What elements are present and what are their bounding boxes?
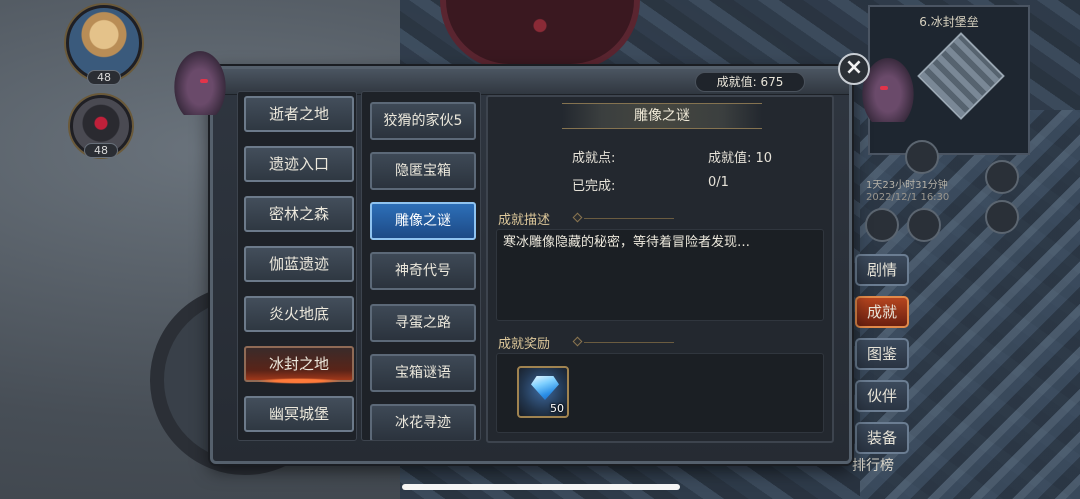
hero-level-badge: 48: [87, 70, 121, 85]
heading-divider: [584, 218, 674, 219]
completed-progress: 0/1: [708, 175, 729, 190]
achievement-dialog: 成就值: 675 逝者之地 遗迹入口 密林之森 伽蓝遗迹 炎火地底 冰封之地 幽…: [210, 66, 852, 464]
description-box: 寒冰雕像隐藏的秘密，等待着冒险者发现…: [496, 229, 824, 321]
side-menu-partner[interactable]: 伙伴: [855, 380, 909, 412]
points-label: 成就点:: [572, 151, 616, 166]
dragon-ornament-left: [170, 45, 230, 115]
minimap-title: 6.冰封堡垒: [919, 15, 979, 29]
reward-box: 50: [496, 353, 824, 433]
diamond-gem-icon: [531, 376, 559, 400]
achievement-item[interactable]: 狡猾的家伙5: [370, 102, 476, 140]
reward-heading: 成就奖励: [498, 337, 551, 352]
reward-count: 50: [550, 402, 564, 415]
event-date: 2022/12/1 16:30: [866, 192, 950, 203]
achievement-item-selected[interactable]: 雕像之谜: [370, 202, 476, 240]
heading-divider: [584, 342, 674, 343]
dragon-eye: [880, 86, 888, 90]
side-menu-equipment[interactable]: 装备: [855, 422, 909, 454]
achievement-item[interactable]: 神奇代号: [370, 252, 476, 290]
home-indicator-bar[interactable]: [402, 484, 680, 490]
crossed-axes-icon[interactable]: [985, 160, 1019, 194]
region-tab[interactable]: 伽蓝遗迹: [244, 246, 354, 282]
description-heading: 成就描述: [498, 213, 551, 228]
achievement-item[interactable]: 寻蛋之路: [370, 304, 476, 342]
mail-icon[interactable]: [865, 208, 899, 242]
achievement-item[interactable]: 冰花寻迹: [370, 404, 476, 440]
achievement-item[interactable]: 隐匿宝箱: [370, 152, 476, 190]
heading-ornament: [572, 212, 583, 223]
event-timer: 1天23小时31分钟: [866, 180, 948, 191]
achievement-list[interactable]: 狡猾的家伙5 隐匿宝箱 雕像之谜 神奇代号 寻蛋之路 宝箱谜语 冰花寻迹: [361, 91, 481, 441]
quill-icon[interactable]: [905, 140, 939, 174]
side-menu-story[interactable]: 剧情: [855, 254, 909, 286]
dragon-eye: [200, 79, 208, 83]
close-button[interactable]: ×: [838, 53, 870, 85]
achievement-value: 成就值: 10: [708, 151, 773, 166]
completed-label: 已完成:: [572, 179, 616, 194]
settings-gear-icon[interactable]: [907, 208, 941, 242]
minimap-grid: [917, 32, 1005, 120]
achievement-description: 寒冰雕像隐藏的秘密，等待着冒险者发现…: [503, 235, 751, 250]
achievement-detail-panel: 雕像之谜 成就点: 成就值: 10 已完成: 0/1 成就描述 寒冰雕像隐藏的秘…: [486, 95, 834, 443]
region-tab[interactable]: 逝者之地: [244, 96, 354, 132]
companion-level-badge: 48: [84, 143, 118, 158]
region-tab[interactable]: 遗迹入口: [244, 146, 354, 182]
close-icon: ×: [844, 55, 864, 80]
region-tab-selected[interactable]: 冰封之地: [244, 346, 354, 384]
reward-item-slot[interactable]: 50: [517, 366, 569, 418]
achievement-score: 成就值: 675: [695, 72, 805, 92]
region-list[interactable]: 逝者之地 遗迹入口 密林之森 伽蓝遗迹 炎火地底 冰封之地 幽冥城堡: [237, 91, 357, 441]
side-menu-achievement[interactable]: 成就: [855, 296, 909, 328]
achievement-title: 雕像之谜: [562, 103, 762, 129]
region-tab[interactable]: 炎火地底: [244, 296, 354, 332]
leaderboard-label[interactable]: 排行榜: [852, 455, 894, 475]
side-menu-codex[interactable]: 图鉴: [855, 338, 909, 370]
crossed-swords-icon[interactable]: [985, 200, 1019, 234]
heading-ornament: [572, 336, 583, 347]
region-tab[interactable]: 幽冥城堡: [244, 396, 354, 432]
achievement-item[interactable]: 宝箱谜语: [370, 354, 476, 392]
region-tab[interactable]: 密林之森: [244, 196, 354, 232]
